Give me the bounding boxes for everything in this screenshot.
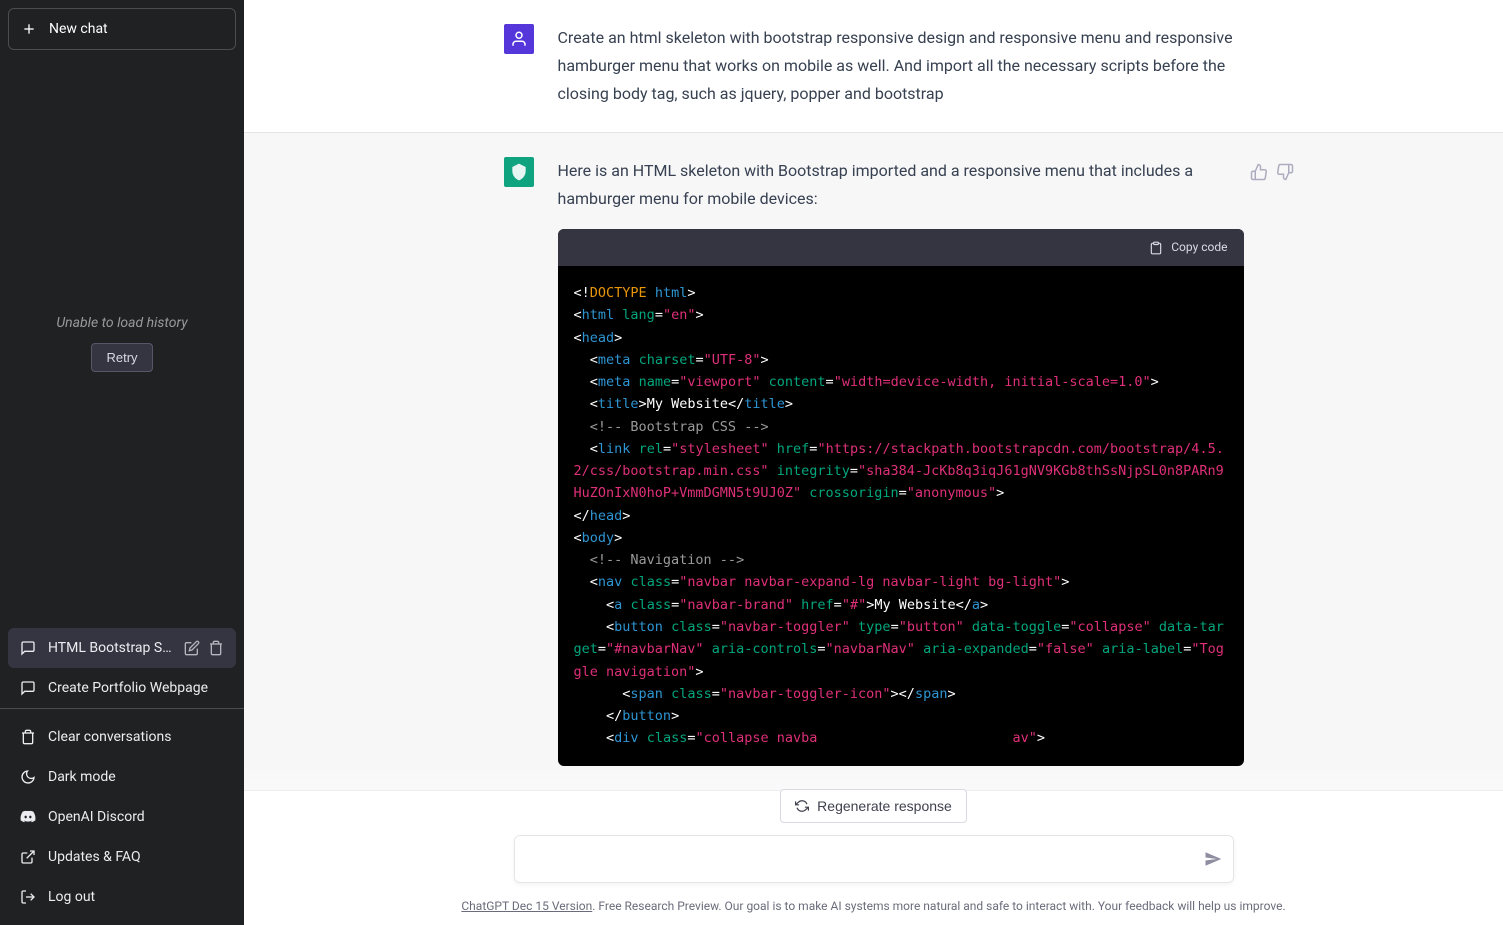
user-avatar [504, 24, 534, 54]
copy-code-button[interactable]: Copy code [558, 229, 1244, 266]
ai-message: Here is an HTML skeleton with Bootstrap … [244, 132, 1503, 791]
openai-icon [509, 162, 529, 182]
discord-button[interactable]: OpenAI Discord [8, 797, 236, 837]
edit-icon[interactable] [184, 640, 200, 656]
thumbs-up-icon[interactable] [1250, 163, 1268, 181]
ai-message-content: Here is an HTML skeleton with Bootstrap … [558, 157, 1244, 766]
copy-code-label: Copy code [1171, 237, 1227, 258]
moon-icon [20, 769, 36, 785]
sidebar-opt-label: OpenAI Discord [48, 809, 145, 825]
history-error-text: Unable to load history [56, 315, 187, 331]
sidebar: New chat Unable to load history Retry HT… [0, 0, 244, 925]
dark-mode-button[interactable]: Dark mode [8, 757, 236, 797]
message-icon [20, 680, 36, 696]
send-icon [1204, 850, 1222, 868]
sidebar-opt-label: Clear conversations [48, 729, 171, 745]
history-error-area: Unable to load history Retry [0, 58, 244, 628]
logout-icon [20, 889, 36, 905]
regenerate-button[interactable]: Regenerate response [780, 789, 967, 823]
footer-text: . Free Research Preview. Our goal is to … [592, 899, 1285, 913]
ai-avatar [504, 157, 534, 187]
chat-item-label: Create Portfolio Webpage [48, 680, 224, 696]
updates-button[interactable]: Updates & FAQ [8, 837, 236, 877]
new-chat-label: New chat [49, 21, 108, 37]
plus-icon [21, 21, 37, 37]
code-block: Copy code <!DOCTYPE html> <html lang="en… [558, 229, 1244, 766]
thumbs-down-icon[interactable] [1276, 163, 1294, 181]
retry-button[interactable]: Retry [91, 343, 152, 372]
chat-list: HTML Bootstrap Skelet Create Portfolio W… [0, 628, 244, 708]
regenerate-label: Regenerate response [817, 798, 952, 814]
sidebar-opt-label: Dark mode [48, 769, 116, 785]
discord-icon [20, 809, 36, 825]
clipboard-icon [1149, 241, 1163, 255]
chat-item-label: HTML Bootstrap Skelet [48, 640, 172, 656]
chat-item[interactable]: Create Portfolio Webpage [8, 668, 236, 708]
logout-button[interactable]: Log out [8, 877, 236, 917]
clear-conversations-button[interactable]: Clear conversations [8, 717, 236, 757]
external-link-icon [20, 849, 36, 865]
sidebar-opt-label: Log out [48, 889, 95, 905]
user-message-text: Create an html skeleton with bootstrap r… [558, 24, 1244, 108]
sidebar-opt-label: Updates & FAQ [48, 849, 141, 865]
new-chat-button[interactable]: New chat [8, 8, 236, 50]
footer-note: ChatGPT Dec 15 Version. Free Research Pr… [244, 899, 1503, 913]
code-content: <!DOCTYPE html> <html lang="en"> <head> … [558, 266, 1244, 766]
send-button[interactable] [1204, 850, 1222, 872]
sidebar-bottom: Clear conversations Dark mode OpenAI Dis… [0, 708, 244, 925]
feedback-buttons [1250, 163, 1294, 181]
main-content: Create an html skeleton with bootstrap r… [244, 0, 1503, 925]
input-area: Regenerate response ChatGPT Dec 15 Versi… [244, 765, 1503, 925]
version-link[interactable]: ChatGPT Dec 15 Version [461, 899, 592, 913]
refresh-icon [795, 799, 809, 813]
input-box [514, 835, 1234, 887]
user-message: Create an html skeleton with bootstrap r… [244, 0, 1503, 132]
chat-item-active[interactable]: HTML Bootstrap Skelet [8, 628, 236, 668]
ai-intro-text: Here is an HTML skeleton with Bootstrap … [558, 157, 1244, 213]
message-input[interactable] [514, 835, 1234, 883]
trash-icon[interactable] [208, 640, 224, 656]
trash-icon [20, 729, 36, 745]
person-icon [510, 30, 528, 48]
message-icon [20, 640, 36, 656]
